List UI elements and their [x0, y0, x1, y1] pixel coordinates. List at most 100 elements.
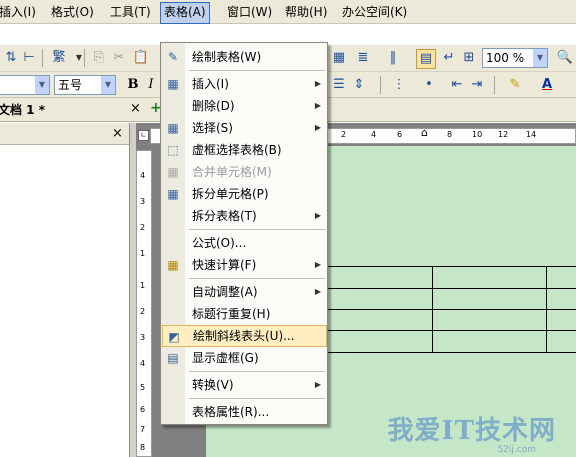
menu-window[interactable]: 窗口(W): [224, 2, 275, 22]
menu-item-label: 公式(O)...: [192, 236, 247, 250]
menu-item-select[interactable]: ▦ 选择(S) ▶: [162, 117, 327, 139]
menu-item-quick-calc[interactable]: ▦ 快速计算(F) ▶: [162, 254, 327, 276]
menu-item-convert[interactable]: 转换(V) ▶: [162, 374, 327, 396]
menu-item-label: 拆分表格(T): [192, 209, 257, 223]
menu-item-label: 删除(D): [192, 99, 235, 113]
menu-office-space[interactable]: 办公空间(K): [339, 2, 410, 22]
menu-item-insert[interactable]: ▦ 插入(I) ▶: [162, 73, 327, 95]
menu-item-label: 选择(S): [192, 121, 233, 135]
menu-item-diagonal-header[interactable]: ◩ 绘制斜线表头(U)...: [162, 325, 327, 347]
menu-item-split-table[interactable]: 拆分表格(T) ▶: [162, 205, 327, 227]
show-gridlines-icon: ▤: [167, 351, 179, 365]
traditional-chinese-icon[interactable]: 繁: [48, 49, 70, 67]
menu-item-show-gridlines[interactable]: ▤ 显示虚框(G): [162, 347, 327, 369]
menu-separator: [189, 278, 325, 279]
paste-icon[interactable]: 📋: [132, 49, 150, 67]
chevron-down-icon[interactable]: ▼: [35, 76, 49, 94]
split-cells-icon: ▦: [167, 187, 179, 201]
submenu-arrow-icon: ▶: [314, 380, 321, 389]
table-border: [324, 266, 576, 267]
menu-item-label: 绘制斜线表头(U)...: [193, 329, 295, 343]
menu-item-draw-table[interactable]: ✎ 绘制表格(W): [162, 46, 327, 68]
ruler-tick: 4: [140, 359, 146, 368]
chevron-down-icon[interactable]: ▼: [533, 49, 547, 67]
menu-item-label: 转换(V): [192, 378, 234, 392]
insert-rows-icon[interactable]: ⇅: [2, 49, 20, 67]
menu-item-merge-cells[interactable]: ▦ 合并单元格(M): [162, 161, 327, 183]
find-icon[interactable]: 🔍: [556, 49, 574, 67]
chevron-down-icon[interactable]: ▼: [101, 76, 115, 94]
zoom-value: 100 %: [486, 51, 525, 65]
ruler-tick: 3: [140, 333, 146, 342]
tab-document-1[interactable]: 文档 1 *: [0, 101, 45, 118]
document-map-icon[interactable]: ▤: [416, 49, 436, 69]
menu-item-label: 拆分单元格(P): [192, 187, 269, 201]
menu-item-table-properties[interactable]: 表格属性(R)...: [162, 401, 327, 423]
menu-item-delete[interactable]: 删除(D) ▶: [162, 95, 327, 117]
ruler-tick: 4: [371, 130, 377, 139]
menu-tools[interactable]: 工具(T): [107, 2, 154, 22]
font-name-select[interactable]: ▼: [0, 75, 50, 95]
font-size-select[interactable]: 五号 ▼: [54, 75, 116, 95]
gridline-icon[interactable]: ⊞: [460, 49, 478, 67]
decrease-indent-icon[interactable]: ⇤: [448, 76, 466, 94]
chart-icon[interactable]: ‖: [384, 49, 402, 67]
submenu-arrow-icon: ▶: [314, 287, 321, 296]
chevron-down-icon[interactable]: ▼: [70, 49, 88, 67]
menu-item-label: 自动调整(A): [192, 285, 258, 299]
line-spacing-icon[interactable]: ⇕: [350, 76, 368, 94]
menu-format[interactable]: 格式(O): [48, 2, 97, 22]
italic-button[interactable]: I: [142, 76, 160, 94]
font-color-icon[interactable]: A: [538, 76, 556, 94]
ruler-tick: 14: [526, 130, 537, 139]
ruler-tick: 8: [140, 443, 146, 452]
show-hide-marks-icon[interactable]: ↵: [440, 49, 458, 67]
menu-item-label: 标题行重复(H): [192, 307, 271, 321]
table-icon[interactable]: ▦: [330, 49, 348, 67]
menu-item-label: 显示虚框(G): [192, 351, 259, 365]
menu-help[interactable]: 帮助(H): [282, 2, 330, 22]
zoom-select[interactable]: 100 % ▼: [482, 48, 548, 68]
tab-stop-selector[interactable]: ∟: [138, 130, 149, 141]
split-icon[interactable]: ⊢: [20, 49, 38, 67]
menu-item-split-cells[interactable]: ▦ 拆分单元格(P): [162, 183, 327, 205]
insert-table-icon: ▦: [167, 77, 179, 91]
diagonal-header-icon: ◩: [168, 330, 180, 344]
menu-item-label: 插入(I): [192, 77, 229, 91]
ruler-tick: 10: [472, 130, 483, 139]
highlight-icon[interactable]: ✎: [506, 76, 524, 94]
submenu-arrow-icon: ▶: [314, 260, 321, 269]
submenu-arrow-icon: ▶: [314, 79, 321, 88]
menu-separator: [189, 371, 325, 372]
menu-insert[interactable]: 插入(I): [0, 2, 39, 22]
watermark-url: 52ij.com: [497, 445, 536, 455]
copy-icon[interactable]: ⎘: [90, 49, 108, 67]
menu-table[interactable]: 表格(A): [160, 2, 210, 24]
bold-button[interactable]: B: [124, 76, 142, 94]
menu-item-formula[interactable]: 公式(O)...: [162, 232, 327, 254]
cut-icon[interactable]: ✂: [110, 49, 128, 67]
menu-bar: 插入(I) 格式(O) 工具(T) 表格(A) 窗口(W) 帮助(H) 办公空间…: [0, 0, 576, 24]
columns-icon[interactable]: ≣: [354, 49, 372, 67]
submenu-arrow-icon: ▶: [314, 211, 321, 220]
bullets-icon[interactable]: •: [420, 76, 438, 94]
toolbar-separator: [84, 49, 85, 67]
indent-marker-icon[interactable]: ⌂: [421, 126, 428, 139]
submenu-arrow-icon: ▶: [314, 123, 321, 132]
increase-indent-icon[interactable]: ⇥: [468, 76, 486, 94]
vertical-ruler[interactable]: 4 3 2 1 1 2 3 4 5 6 7 8: [136, 150, 152, 457]
close-icon[interactable]: ×: [130, 101, 141, 116]
menu-item-dashed-select[interactable]: ⬚ 虚框选择表格(B): [162, 139, 327, 161]
distributed-align-icon[interactable]: ☰: [330, 76, 348, 94]
table-border: [432, 266, 433, 352]
menu-item-autofit[interactable]: 自动调整(A) ▶: [162, 281, 327, 303]
menu-item-label: 表格属性(R)...: [192, 405, 270, 419]
ruler-tick: 7: [140, 425, 146, 434]
close-icon[interactable]: ×: [112, 126, 123, 141]
ruler-tick: 12: [498, 130, 509, 139]
numbering-icon[interactable]: ⋮: [390, 76, 408, 94]
menu-separator: [189, 398, 325, 399]
menu-item-label: 绘制表格(W): [192, 50, 262, 64]
dashed-select-icon: ⬚: [167, 143, 179, 157]
menu-item-repeat-header[interactable]: 标题行重复(H): [162, 303, 327, 325]
